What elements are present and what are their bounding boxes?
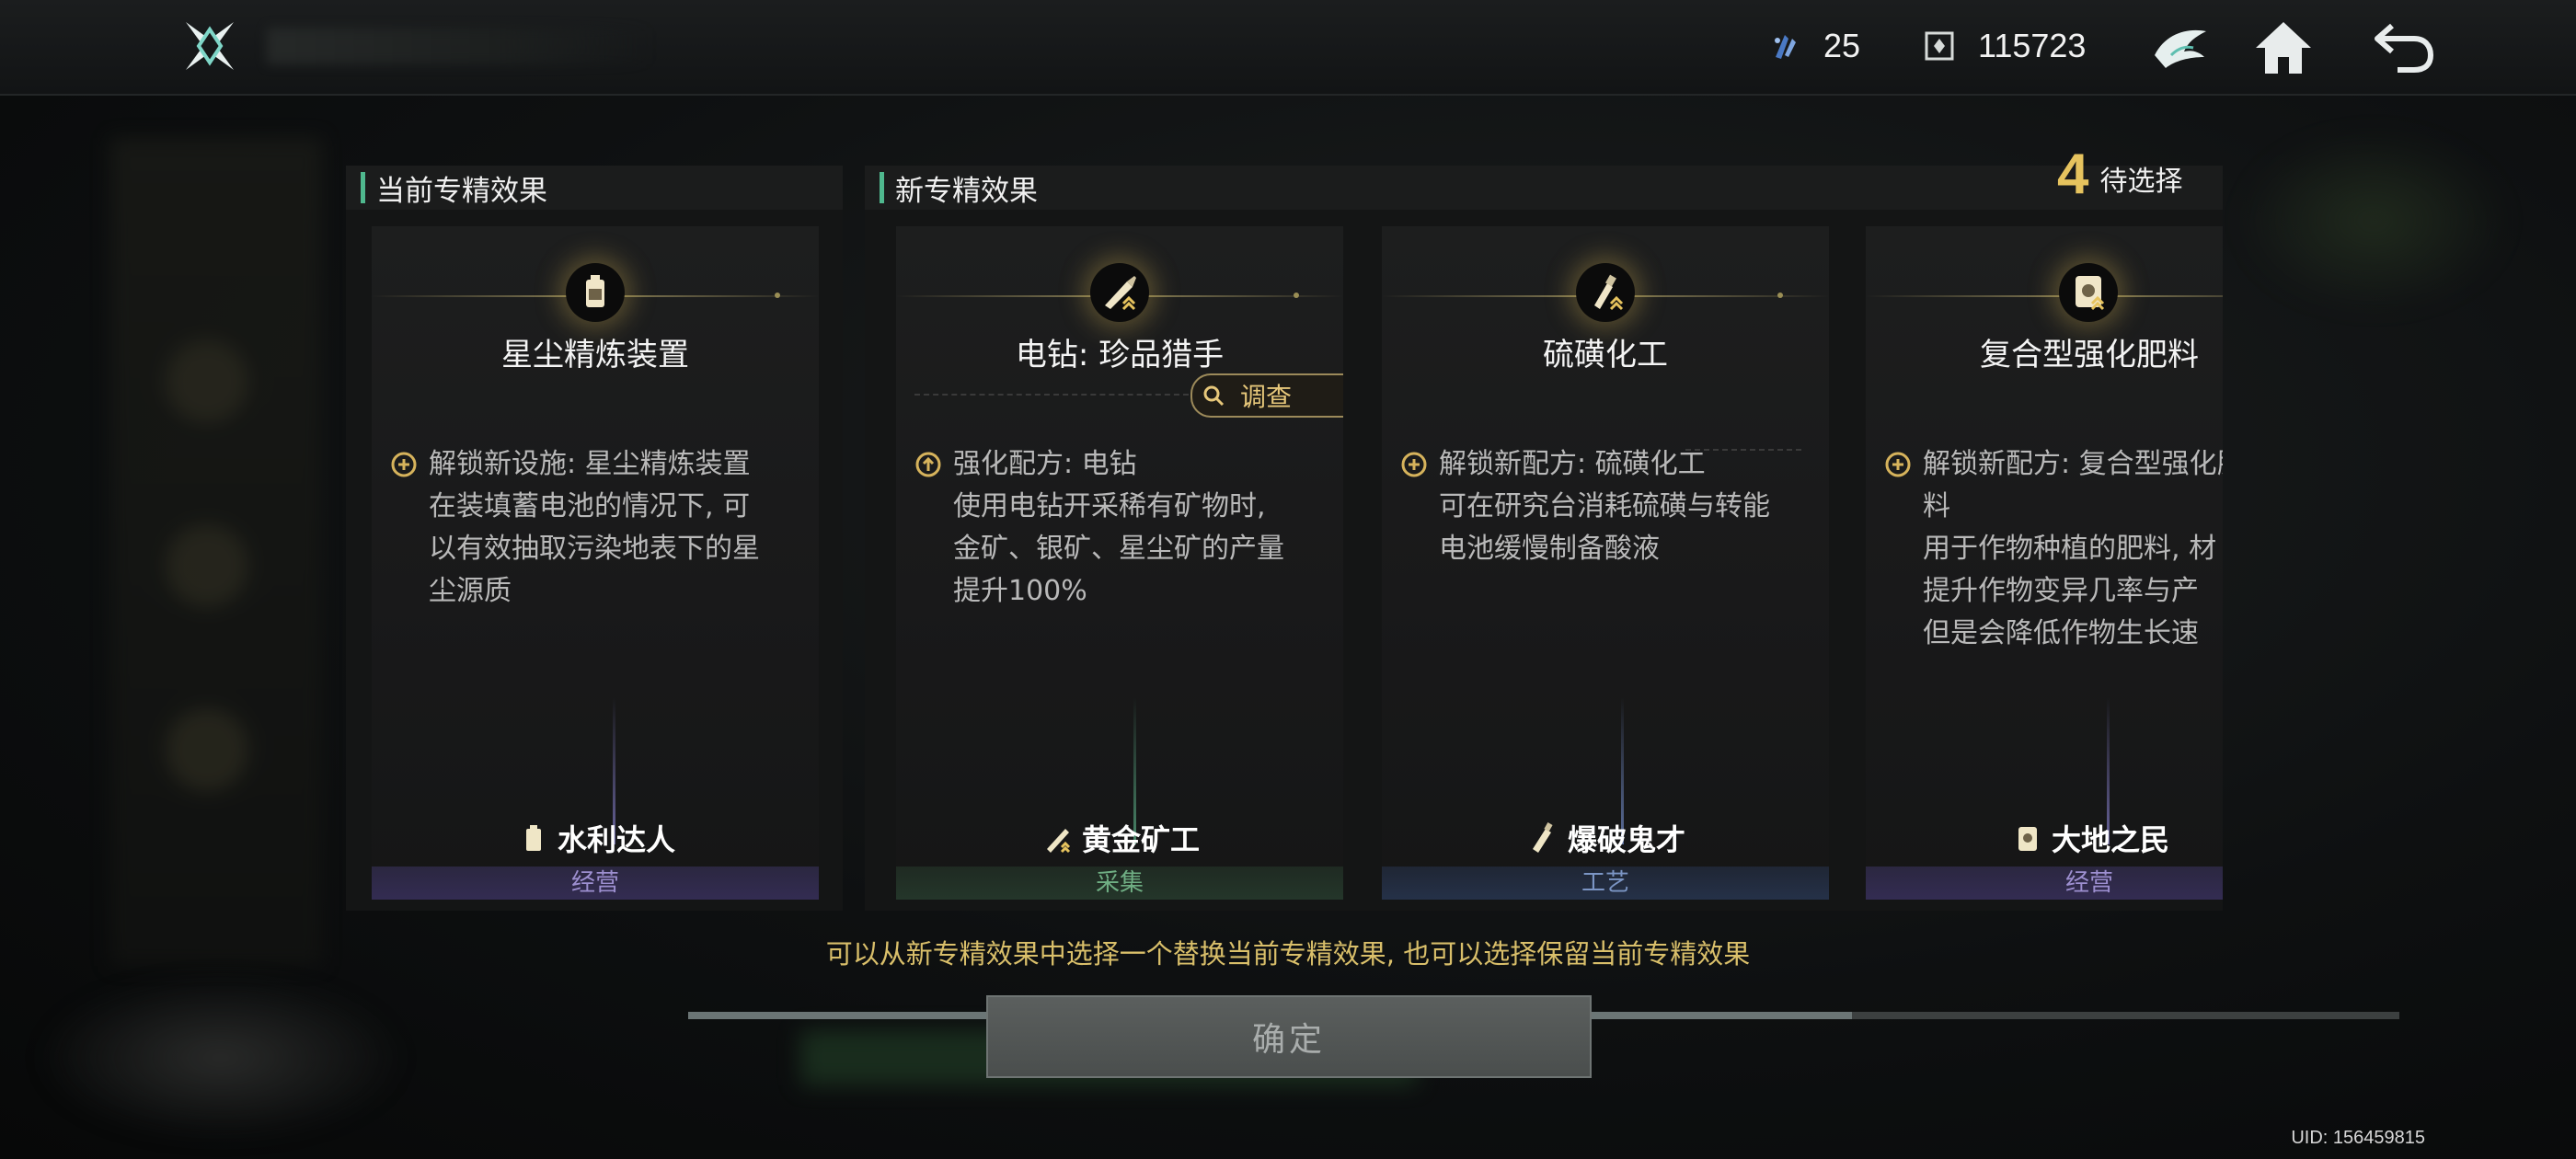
current-panel-header: 当前专精效果 <box>346 166 843 210</box>
card-description-text: 解锁新配方: 复合型强化肥 料 用于作物种植的肥料, 材 提升作物变异几率与产 … <box>1923 448 2223 649</box>
unlock-plus-icon <box>1885 452 1911 477</box>
card-title: 硫磺化工 <box>1543 337 1668 373</box>
header-accent-bar <box>361 172 365 203</box>
card-category: 采集 <box>896 866 1343 900</box>
badge-label: 爆破鬼才 <box>1567 822 1685 857</box>
resource-1-value: 25 <box>1823 27 1861 64</box>
drill-icon <box>1090 263 1149 322</box>
battery-icon <box>566 263 625 322</box>
confirm-button[interactable]: 确定 <box>986 995 1592 1078</box>
card-description: 解锁新配方: 复合型强化肥 料 用于作物种植的肥料, 材 提升作物变异几率与产 … <box>1884 443 2223 655</box>
card-badge: 黄金矿工 <box>896 817 1343 859</box>
gold-divider <box>1866 295 2223 297</box>
survey-label: 调查 <box>1240 382 1293 412</box>
card-category: 经营 <box>1866 866 2223 900</box>
specialization-card-current[interactable]: 星尘精炼装置 解锁新设施: 星尘精炼装置 在装填蓄电池的情况下, 可 以有效抽取… <box>372 226 819 900</box>
blurred-background-right <box>2236 129 2512 313</box>
search-icon <box>1203 385 1225 407</box>
blurred-background-bottom <box>37 975 405 1141</box>
fertilizer-bag-icon <box>2059 263 2118 322</box>
back-icon[interactable] <box>2370 15 2436 81</box>
specialization-card-1[interactable]: 电钻: 珍品猎手 调查 强化配方: 电钻 使用电钻开采稀有矿物时, 金矿、银矿、… <box>896 226 1343 900</box>
wing-emblem-icon[interactable] <box>2147 15 2214 81</box>
card-title: 星尘精炼装置 <box>501 337 689 373</box>
pending-count: 4 <box>2057 143 2089 206</box>
currency-chip-icon <box>1925 31 1954 61</box>
app-logo-icon[interactable] <box>180 17 239 75</box>
divider-dot <box>775 293 780 298</box>
card-title: 复合型强化肥料 <box>1980 337 2199 373</box>
card-description: 解锁新设施: 星尘精炼装置 在装填蓄电池的情况下, 可 以有效抽取污染地表下的星… <box>390 443 810 613</box>
top-bar: 25 115723 <box>0 0 2576 96</box>
card-category: 经营 <box>372 866 819 900</box>
card-description-text: 解锁新设施: 星尘精炼装置 在装填蓄电池的情况下, 可 以有效抽取污染地表下的星… <box>429 448 760 607</box>
unlock-plus-icon <box>1401 452 1427 477</box>
badge-label: 水利达人 <box>557 822 675 857</box>
survey-button[interactable]: 调查 <box>1190 373 1343 418</box>
card-badge: 大地之民 <box>1866 817 2223 859</box>
dashed-divider <box>914 394 1189 397</box>
resource-2-value: 115723 <box>1978 27 2087 64</box>
card-category: 工艺 <box>1382 866 1829 900</box>
resource-counter-2: 115723 <box>1921 20 2086 72</box>
unlock-plus-icon <box>391 452 417 477</box>
selection-hint: 可以从新专精效果中选择一个替换当前专精效果, 也可以选择保留当前专精效果 <box>825 938 1751 970</box>
drill-small-icon <box>1046 829 1071 854</box>
badge-label: 黄金矿工 <box>1081 822 1200 857</box>
new-panel-title: 新专精效果 <box>895 174 1038 208</box>
specialization-card-3[interactable]: 复合型强化肥料 解锁新配方: 复合型强化肥 料 用于作物种植的肥料, 材 提升作… <box>1866 226 2223 900</box>
card-badge: 水利达人 <box>372 817 819 859</box>
new-panel-header: 新专精效果 <box>865 166 2223 210</box>
divider-dot <box>1777 293 1783 298</box>
card-title: 电钻: 珍品猎手 <box>1015 337 1225 373</box>
pending-label: 待选择 <box>2099 166 2183 198</box>
blurred-title <box>267 28 653 64</box>
battery-small-icon <box>525 825 541 851</box>
specialization-card-2[interactable]: 硫磺化工 解锁新配方: 硫磺化工 可在研究台消耗硫磺与转能 电池缓慢制备酸液 爆… <box>1382 226 1829 900</box>
blurred-background-left <box>110 138 322 966</box>
card-description-text: 强化配方: 电钻 使用电钻开采稀有矿物时, 金矿、银矿、星尘矿的产量 提升100… <box>953 448 1284 607</box>
badge-label: 大地之民 <box>2051 822 2169 857</box>
crystal-shard-icon <box>1775 35 1796 59</box>
user-id: UID: 156459815 <box>2291 1128 2425 1148</box>
current-panel-title: 当前专精效果 <box>376 174 547 208</box>
home-icon[interactable] <box>2250 15 2317 81</box>
bottle-small-icon <box>1532 822 1553 853</box>
card-description: 强化配方: 电钻 使用电钻开采稀有矿物时, 金矿、银矿、星尘矿的产量 提升100… <box>914 443 1334 613</box>
card-description: 解锁新配方: 硫磺化工 可在研究台消耗硫磺与转能 电池缓慢制备酸液 <box>1400 443 1820 570</box>
header-accent-bar <box>880 172 884 203</box>
pending-selection: 4 待选择 <box>2057 143 2183 206</box>
card-badge: 爆破鬼才 <box>1382 817 1829 859</box>
upgrade-arrow-icon <box>915 452 941 477</box>
fertilizer-small-icon <box>2018 827 2037 851</box>
card-description-text: 解锁新配方: 硫磺化工 可在研究台消耗硫磺与转能 电池缓慢制备酸液 <box>1439 448 1770 565</box>
resource-counter-1: 25 <box>1766 20 1860 72</box>
bottle-icon <box>1576 263 1635 322</box>
divider-dot <box>1294 293 1299 298</box>
